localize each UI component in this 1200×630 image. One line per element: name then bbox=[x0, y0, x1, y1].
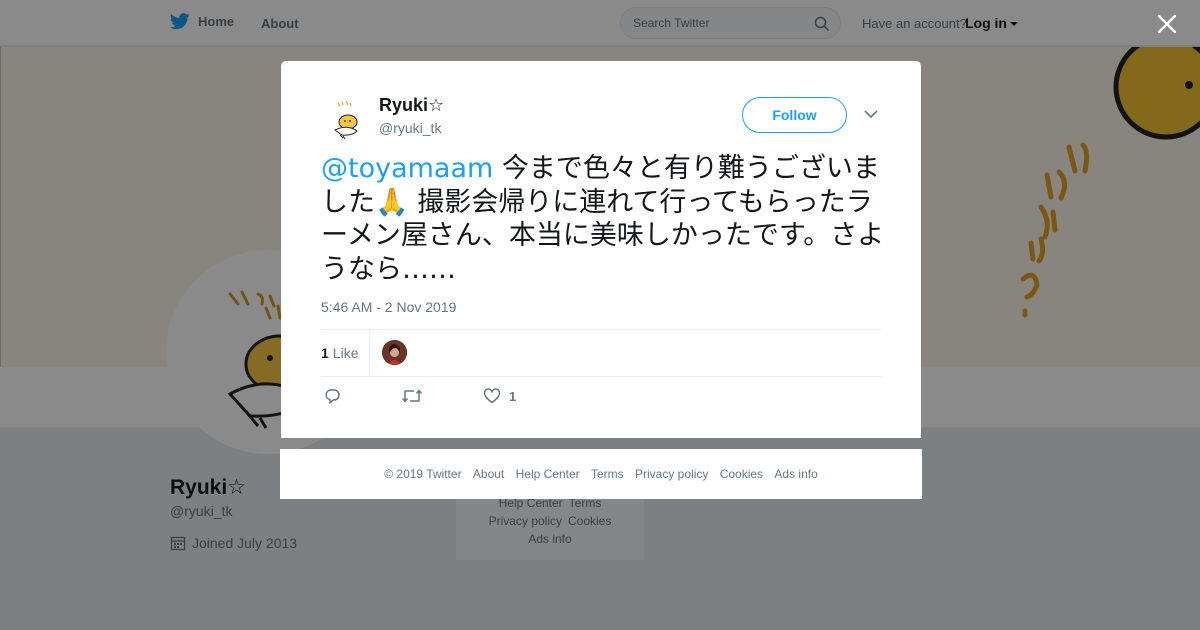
like-button[interactable]: 1 bbox=[483, 387, 516, 405]
mention-link[interactable]: @toyamaam bbox=[321, 153, 493, 184]
modal-footer: © 2019 Twitter About Help Center Terms P… bbox=[280, 449, 922, 499]
chevron-down-icon[interactable] bbox=[863, 108, 879, 120]
footer-cookies-link[interactable]: Cookies bbox=[720, 467, 763, 481]
retweet-icon bbox=[401, 389, 423, 403]
like-action-count: 1 bbox=[509, 388, 517, 404]
footer-help-link[interactable]: Help Center bbox=[516, 467, 580, 481]
likes-label: Like bbox=[332, 345, 359, 361]
reply-icon bbox=[325, 389, 340, 404]
tweet-text: @toyamaam 今まで色々と有り難うございました🙏 撮影会帰りに連れて行って… bbox=[321, 152, 886, 286]
author-handle[interactable]: @ryuki_tk bbox=[379, 120, 441, 136]
tweet-stats: 1 Like bbox=[321, 329, 881, 377]
reply-button[interactable] bbox=[323, 387, 341, 405]
footer-copyright: © 2019 Twitter bbox=[384, 467, 462, 481]
footer-terms-link[interactable]: Terms bbox=[591, 467, 624, 481]
footer-ads-link[interactable]: Ads info bbox=[774, 467, 817, 481]
liker-avatar[interactable] bbox=[382, 340, 407, 365]
footer-about-link[interactable]: About bbox=[473, 467, 504, 481]
stats-divider bbox=[369, 330, 370, 377]
tweet-timestamp[interactable]: 5:46 AM - 2 Nov 2019 bbox=[321, 299, 456, 315]
tweet-modal: Ryuki☆ @ryuki_tk Follow @toyamaam 今まで色々と… bbox=[281, 61, 921, 438]
author-avatar[interactable] bbox=[321, 94, 371, 144]
heart-icon bbox=[483, 388, 501, 404]
retweet-button[interactable] bbox=[401, 387, 423, 405]
close-icon[interactable] bbox=[1155, 12, 1179, 36]
follow-button[interactable]: Follow bbox=[742, 97, 847, 133]
likes-stat[interactable]: 1 Like bbox=[321, 345, 358, 361]
footer-privacy-link[interactable]: Privacy policy bbox=[635, 467, 708, 481]
author-name[interactable]: Ryuki☆ bbox=[379, 95, 444, 116]
likes-count: 1 bbox=[321, 345, 329, 361]
